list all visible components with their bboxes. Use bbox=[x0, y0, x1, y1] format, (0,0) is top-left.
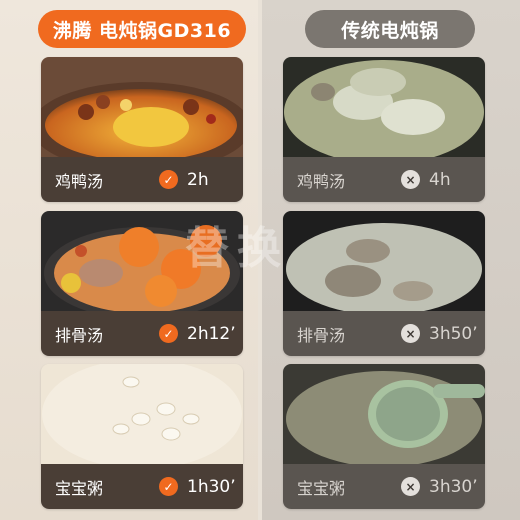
cook-time: 1h30’ bbox=[187, 476, 236, 497]
baby-porridge-photo bbox=[41, 364, 243, 464]
check-icon: ✓ bbox=[159, 477, 178, 496]
traditional-baby-porridge-photo bbox=[283, 364, 485, 464]
chicken-soup-photo bbox=[41, 57, 243, 157]
cross-icon: × bbox=[401, 477, 420, 496]
cook-time: 3h50’ bbox=[429, 323, 478, 344]
dish-name: 鸡鸭汤 bbox=[55, 171, 104, 191]
cook-time: 2h12’ bbox=[187, 323, 236, 344]
right-card-chicken-soup: 鸡鸭汤 × 4h bbox=[283, 57, 485, 202]
baby-porridge-bar: 宝宝粥 ✓ 1h30’ bbox=[41, 464, 243, 509]
traditional-rib-soup-bar: 排骨汤 × 3h50’ bbox=[283, 311, 485, 356]
traditional-baby-porridge-bar: 宝宝粥 × 3h30’ bbox=[283, 464, 485, 509]
dish-name: 宝宝粥 bbox=[55, 478, 104, 498]
traditional-chicken-soup-photo bbox=[283, 57, 485, 157]
watermark: 替换 bbox=[185, 223, 289, 274]
left-card-chicken-soup: 鸡鸭汤 ✓ 2h bbox=[41, 57, 243, 202]
cross-icon: × bbox=[401, 170, 420, 189]
chicken-soup-bar: 鸡鸭汤 ✓ 2h bbox=[41, 157, 243, 202]
dish-name: 鸡鸭汤 bbox=[297, 171, 346, 191]
right-card-baby-porridge: 宝宝粥 × 3h30’ bbox=[283, 364, 485, 509]
check-icon: ✓ bbox=[159, 170, 178, 189]
traditional-chicken-soup-bar: 鸡鸭汤 × 4h bbox=[283, 157, 485, 202]
rib-soup-bar: 排骨汤 ✓ 2h12’ bbox=[41, 311, 243, 356]
traditional-title-pill: 传统电炖锅 bbox=[305, 10, 475, 48]
left-card-baby-porridge: 宝宝粥 ✓ 1h30’ bbox=[41, 364, 243, 509]
dish-name: 宝宝粥 bbox=[297, 478, 346, 498]
check-icon: ✓ bbox=[159, 324, 178, 343]
cross-icon: × bbox=[401, 324, 420, 343]
cook-time: 3h30’ bbox=[429, 476, 478, 497]
cook-time: 2h bbox=[187, 169, 209, 190]
right-card-rib-soup: 排骨汤 × 3h50’ bbox=[283, 211, 485, 356]
dish-name: 排骨汤 bbox=[55, 325, 104, 345]
dish-name: 排骨汤 bbox=[297, 325, 346, 345]
product-title-pill: 沸腾 电炖锅GD316 bbox=[38, 10, 246, 48]
cook-time: 4h bbox=[429, 169, 451, 190]
traditional-rib-soup-photo bbox=[283, 211, 485, 311]
